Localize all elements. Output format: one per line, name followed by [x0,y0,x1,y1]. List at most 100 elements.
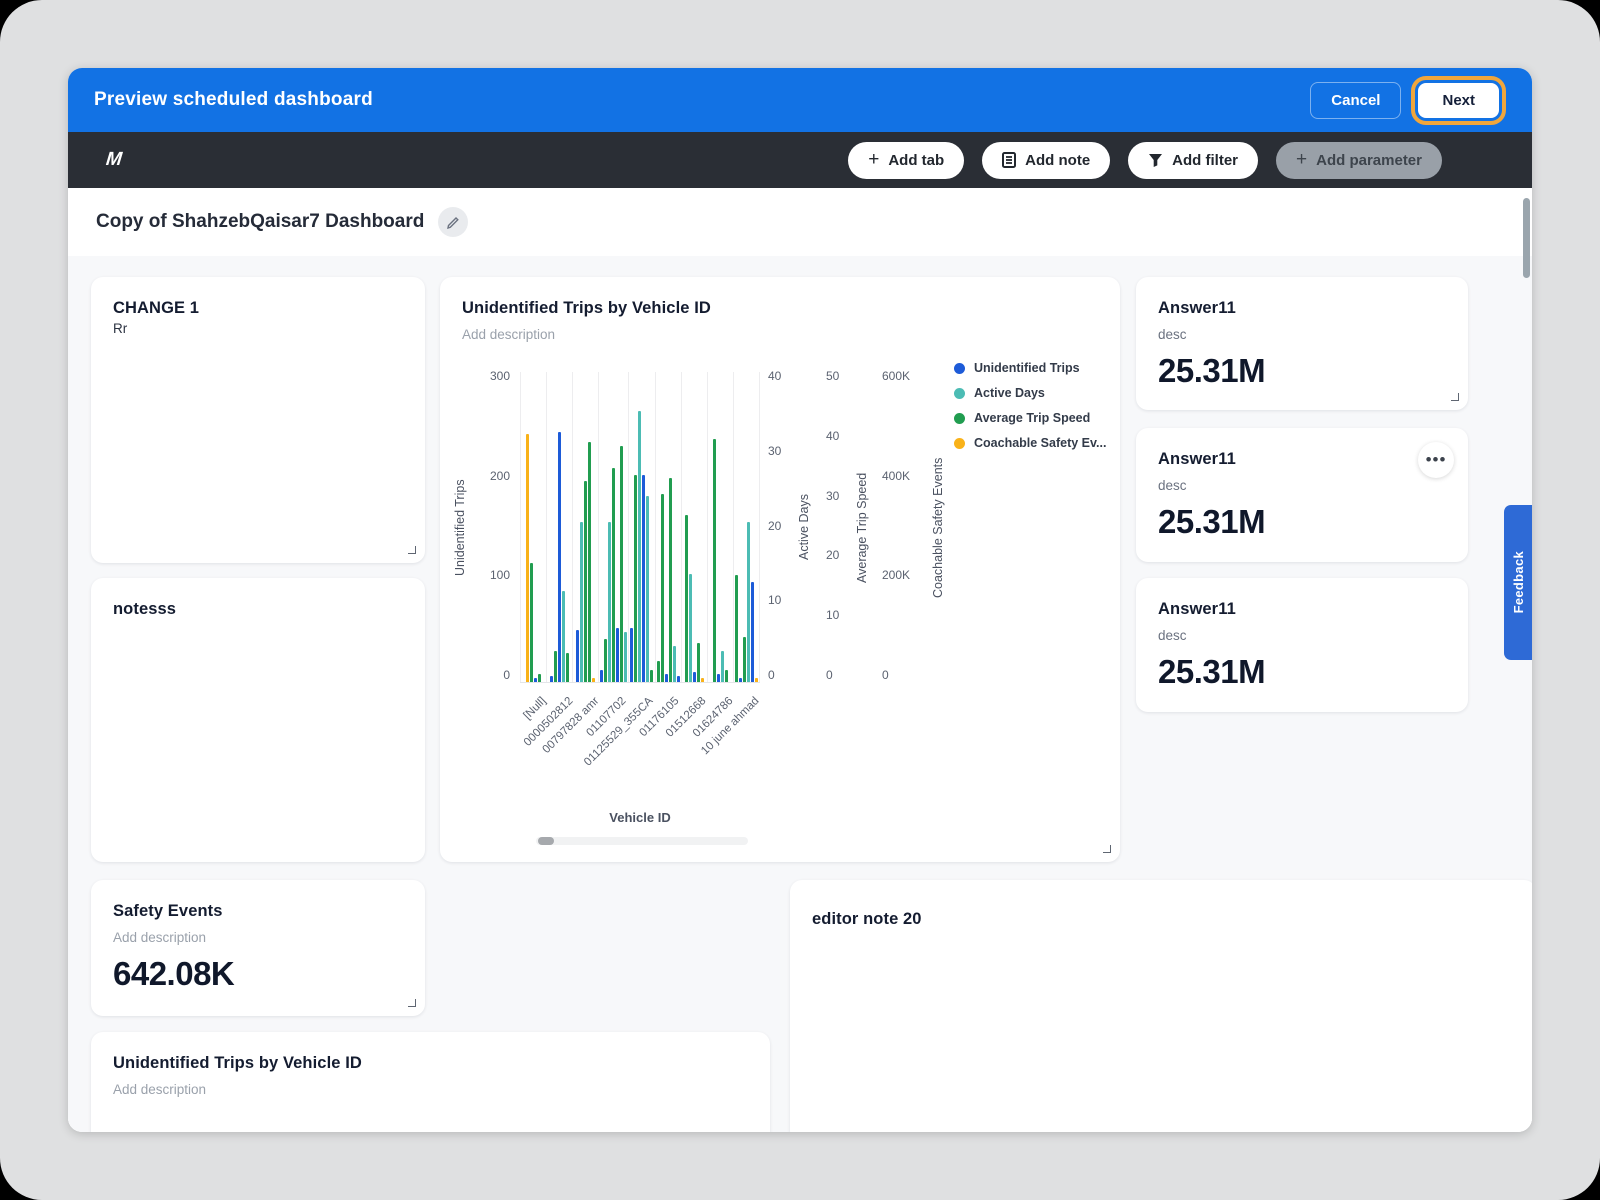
bar [638,411,641,682]
legend-label: Average Trip Speed [974,411,1090,425]
bar [673,646,676,682]
tile-change1[interactable]: CHANGE 1 Rr [91,277,425,563]
edit-title-button[interactable] [438,207,468,237]
dashboard-canvas: CHANGE 1 Rr notesss Unidentified Trips b… [68,256,1532,1132]
page-background: Preview scheduled dashboard Cancel Next … [0,0,1600,1200]
kpi-value: 642.08K [113,955,403,993]
bar [642,475,645,682]
tile-title: Answer11 [1158,600,1446,619]
tile-answer11-2[interactable]: ••• Answer11 desc 25.31M [1136,428,1468,562]
bar [624,632,627,682]
legend-label: Unidentified Trips [974,361,1080,375]
right-axis-2-ticks: 600K400K200K0 [882,372,926,683]
more-options-button[interactable]: ••• [1418,442,1454,478]
tile-title: Answer11 [1158,299,1446,318]
tile-subtitle: Rr [113,321,403,336]
tile-title: Unidentified Trips by Vehicle ID [113,1054,748,1073]
tile-safety-events[interactable]: Safety Events Add description 642.08K [91,880,425,1016]
bar [588,442,591,682]
bar [612,468,615,682]
dashboard-title: Copy of ShahzebQaisar7 Dashboard [96,211,424,233]
bar-group [707,372,733,682]
tile-description-placeholder[interactable]: Add description [113,930,403,945]
scrollbar-thumb[interactable] [538,837,554,845]
resize-handle[interactable] [408,546,416,554]
bar [646,496,649,682]
tile-title: editor note 20 [812,910,1514,929]
bar [747,522,750,682]
tile-description-placeholder[interactable]: Add description [113,1082,748,1097]
bar [550,676,553,682]
left-axis-title: Unidentified Trips [452,372,468,683]
legend-dot-icon [954,363,965,374]
tile-title: Answer11 [1158,450,1446,469]
bar [562,591,565,682]
bar [689,574,692,683]
legend-item[interactable]: Average Trip Speed [954,411,1106,425]
bar [584,481,587,683]
dashboard-content: Copy of ShahzebQaisar7 Dashboard CHANGE … [68,188,1532,1132]
bar-group [733,372,760,682]
right-axis-2-label: Coachable Safety Events [930,372,946,683]
legend-item[interactable]: Unidentified Trips [954,361,1106,375]
chart-horizontal-scrollbar[interactable] [536,837,748,845]
bar-group [655,372,681,682]
add-note-label: Add note [1025,152,1090,169]
bar [650,670,653,682]
bar [558,432,561,682]
bar [677,676,680,682]
chart: Unidentified Trips 3002001000 [Null]0000… [440,277,1120,862]
toolbar-buttons: + Add tab Add note Add filter + [848,142,1442,179]
bar [743,637,746,682]
legend-item[interactable]: Coachable Safety Ev... [954,436,1106,450]
bar [608,522,611,682]
legend-item[interactable]: Active Days [954,386,1106,400]
tile-chart[interactable]: Unidentified Trips by Vehicle ID Add des… [440,277,1120,862]
bar [701,678,704,682]
bar [661,494,664,682]
add-tab-button[interactable]: + Add tab [848,142,964,179]
resize-handle[interactable] [1103,845,1111,853]
chart-legend: Unidentified Trips Active Days Average Tri… [954,361,1106,461]
plus-icon: + [1296,150,1307,169]
right-axis-1-label: Average Trip Speed [854,372,870,683]
cancel-button[interactable]: Cancel [1310,82,1401,119]
bar [616,628,619,682]
bar [534,678,537,682]
feedback-tab[interactable]: Feedback [1504,505,1532,660]
plot-area [520,372,760,683]
next-button[interactable]: Next [1418,83,1499,118]
bar-group [546,372,572,682]
plus-icon: + [868,150,879,169]
bar [755,678,758,682]
bar [665,674,668,682]
add-note-button[interactable]: Add note [982,142,1110,179]
editor-toolbar: M + Add tab Add note Add filter [68,132,1532,188]
modal-title: Preview scheduled dashboard [94,89,373,111]
bar [530,563,533,682]
bar [566,653,569,682]
left-axis-ticks: 3002001000 [468,372,510,683]
legend-dot-icon [954,438,965,449]
bar-group [572,372,598,682]
add-parameter-button[interactable]: + Add parameter [1276,142,1442,179]
add-filter-button[interactable]: Add filter [1128,142,1258,179]
resize-handle[interactable] [1451,393,1459,401]
bar [717,674,720,682]
bar [725,670,728,682]
vertical-scrollbar-thumb[interactable] [1523,198,1530,278]
resize-handle[interactable] [408,999,416,1007]
bar [526,434,529,682]
bar [669,478,672,682]
bar-group [598,372,628,682]
tile-answer11-3[interactable]: Answer11 desc 25.31M [1136,578,1468,712]
tile-answer11-1[interactable]: Answer11 desc 25.31M [1136,277,1468,410]
tile-title: CHANGE 1 [113,299,403,318]
dashboard-title-row: Copy of ShahzebQaisar7 Dashboard [68,188,1532,256]
tile-notesss[interactable]: notesss [91,578,425,862]
bar [693,672,696,682]
tile-chart-2[interactable]: Unidentified Trips by Vehicle ID Add des… [91,1032,770,1132]
tile-editor-note[interactable]: editor note 20 [790,880,1532,1132]
bar [713,439,716,682]
bar [538,674,541,682]
